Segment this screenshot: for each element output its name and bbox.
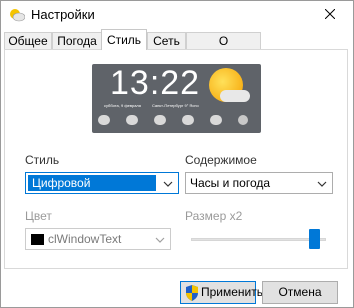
close-button[interactable] (307, 1, 353, 29)
color-select[interactable]: clWindowText (25, 228, 171, 250)
tab-network[interactable]: Сеть (147, 32, 186, 49)
forecast-cloud-icon (98, 115, 110, 125)
style-select-value: Цифровой (32, 176, 91, 190)
color-label: Цвет (25, 209, 52, 223)
style-label: Стиль (25, 153, 60, 167)
preview-forecast (96, 114, 257, 130)
tab-weather[interactable]: Погода (52, 32, 102, 49)
preview-city: Санкт-Петербург 9° Ясно (152, 103, 199, 108)
close-icon (324, 8, 336, 22)
forecast-cloud-icon (126, 115, 138, 125)
forecast-cloud-icon (210, 115, 222, 125)
style-select[interactable]: Цифровой (25, 172, 179, 194)
content-select-value: Часы и погода (190, 176, 271, 190)
preview-date: суббота, 9 февраля (104, 103, 141, 108)
forecast-cloud-icon (182, 115, 194, 125)
cloud-shape (220, 90, 250, 102)
color-select-value: clWindowText (48, 232, 122, 246)
chevron-down-icon (162, 178, 174, 188)
forecast-cloud-icon (154, 115, 166, 125)
color-swatch (31, 234, 44, 245)
apply-button-label: Применить (201, 285, 264, 299)
size-slider-track[interactable] (191, 238, 326, 241)
chevron-down-icon (154, 234, 166, 244)
preview-time: 13:22 (110, 64, 201, 102)
tab-style[interactable]: Стиль (101, 29, 147, 50)
window-title: Настройки (31, 7, 95, 22)
uac-shield-icon (185, 285, 199, 308)
apply-button[interactable]: Применить (180, 281, 263, 304)
tab-general[interactable]: Общее (4, 32, 52, 49)
content-label: Содержимое (185, 153, 257, 167)
size-slider-thumb[interactable] (309, 229, 320, 249)
clock-preview: 13:22 суббота, 9 февраля Санкт-Петербург… (92, 64, 261, 133)
cancel-button[interactable]: Отмена (262, 281, 338, 304)
settings-window: Настройки Общее Погода Стиль Сеть О прог… (0, 0, 354, 308)
chevron-down-icon (316, 178, 328, 188)
title-bar: Настройки (1, 1, 353, 29)
content-select[interactable]: Часы и погода (185, 172, 333, 194)
tab-about[interactable]: О программе (186, 32, 261, 64)
forecast-wind-icon (238, 115, 248, 125)
app-icon (9, 8, 26, 22)
size-label: Размер x2 (185, 209, 243, 223)
